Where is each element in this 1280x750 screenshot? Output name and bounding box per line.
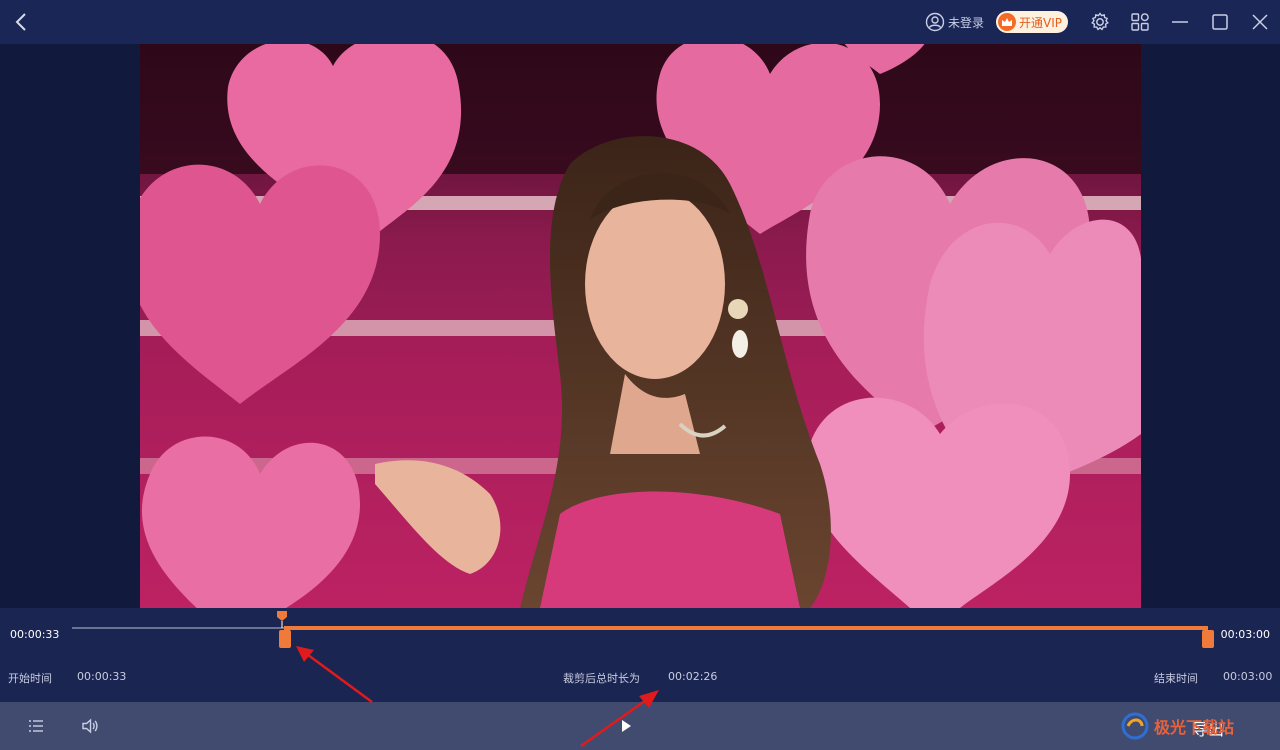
layout-button[interactable] (1120, 0, 1160, 44)
play-icon (622, 720, 631, 732)
trim-start-handle[interactable] (279, 630, 291, 648)
trimmed-duration-value: 00:02:26 (668, 670, 718, 683)
video-frame (140, 44, 1141, 608)
list-icon (29, 720, 43, 732)
gear-icon (1091, 12, 1109, 31)
login-label: 未登录 (947, 15, 984, 30)
title-bar-actions: 未登录 开通VIP (925, 0, 1280, 44)
minimize-icon (1172, 21, 1188, 23)
end-time-value: 00:03:00 (1223, 670, 1273, 683)
vip-label: 开通VIP (1019, 15, 1062, 30)
bottom-toolbar: 导出 (0, 702, 1280, 750)
close-icon (1252, 14, 1268, 30)
vip-button[interactable]: 开通VIP (996, 11, 1068, 33)
video-preview[interactable] (140, 44, 1141, 608)
trim-selection[interactable] (284, 626, 1208, 630)
trimmed-duration-label: 裁剪后总时长为 (563, 672, 640, 685)
maximize-button[interactable] (1200, 0, 1240, 44)
back-icon (15, 13, 26, 31)
video-stage (0, 44, 1280, 608)
timeline-track[interactable] (72, 627, 284, 629)
crown-icon (998, 13, 1016, 31)
video-trim-app: 未登录 开通VIP 00:00:33 00:03:00 开始时间 00:00:3… (0, 0, 1280, 750)
watermark-text: 极光下载站 (1154, 718, 1235, 737)
trim-end-handle[interactable] (1202, 630, 1214, 648)
site-watermark: 极光下载站 (1120, 704, 1270, 748)
close-button[interactable] (1240, 0, 1280, 44)
end-time-label: 结束时间 (1154, 672, 1198, 685)
start-time-label: 开始时间 (8, 672, 52, 685)
playhead-marker[interactable] (276, 610, 288, 628)
play-button[interactable] (612, 712, 640, 740)
title-bar: 未登录 开通VIP (0, 0, 1280, 44)
volume-button[interactable] (76, 712, 104, 740)
login-button[interactable]: 未登录 (925, 12, 984, 32)
total-time: 00:03:00 (1220, 628, 1270, 641)
settings-button[interactable] (1080, 0, 1120, 44)
grid-icon (1131, 13, 1149, 31)
start-time-value: 00:00:33 (77, 670, 127, 683)
watermark-logo-icon (1121, 712, 1149, 740)
volume-icon (82, 718, 98, 734)
user-icon (925, 12, 945, 32)
trim-timeline: 00:00:33 00:03:00 开始时间 00:00:33 裁剪后总时长为 … (0, 608, 1280, 702)
back-button[interactable] (8, 8, 36, 36)
current-time: 00:00:33 (10, 628, 60, 641)
playlist-button[interactable] (22, 712, 50, 740)
minimize-button[interactable] (1160, 0, 1200, 44)
maximize-icon (1212, 14, 1228, 30)
